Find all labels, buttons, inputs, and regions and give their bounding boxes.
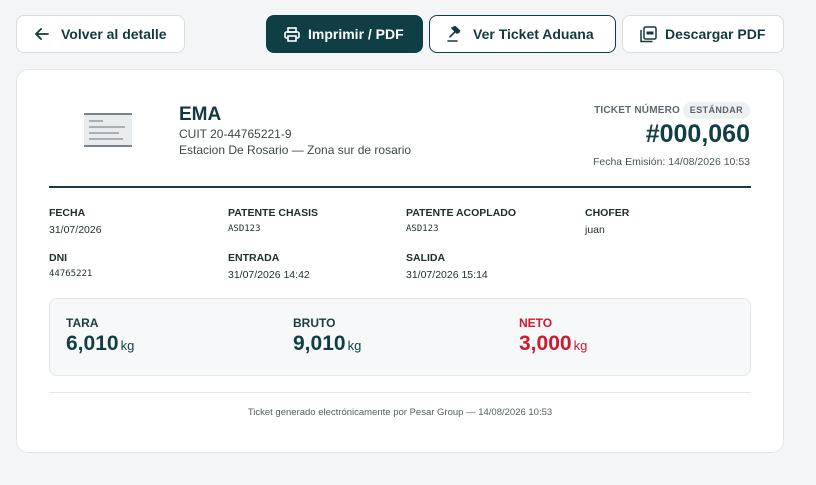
patente-chasis-value: ASD123 [228, 224, 261, 234]
company-name: EMA [179, 104, 222, 125]
tara-value-group: 6,010 kg [66, 332, 134, 356]
company-logo [84, 113, 132, 147]
printer-icon [284, 26, 300, 42]
download-pdf-button-label: Descargar PDF [665, 26, 766, 42]
header-divider [49, 186, 751, 188]
entrada-value: 31/07/2026 14:42 [228, 269, 310, 281]
back-button[interactable]: Volver al detalle [16, 15, 185, 53]
ticket-number: #000,060 [645, 120, 750, 148]
dni-label: DNI [49, 252, 68, 264]
neto-unit: kg [573, 338, 588, 353]
bruto-value-group: 9,010 kg [293, 332, 361, 356]
weights-panel: TARA 6,010 kg BRUTO 9,010 kg NETO 3,000 kg [49, 298, 751, 376]
aduana-ticket-button-label: Ver Ticket Aduana [473, 26, 594, 42]
entrada-label: ENTRADA [228, 252, 280, 264]
neto-value-group: 3,000 kg [519, 332, 587, 356]
fecha-value: 31/07/2026 [49, 224, 102, 236]
chofer-label: CHOFER [585, 207, 630, 219]
bruto-value: 9,010 [293, 332, 346, 355]
dni-value: 44765221 [49, 269, 93, 279]
ticket-number-label: TICKET NÚMERO [594, 105, 680, 116]
salida-label: SALIDA [406, 252, 446, 264]
aduana-ticket-button[interactable]: Ver Ticket Aduana [429, 15, 616, 53]
ticket-type-badge: ESTÁNDAR [682, 102, 750, 119]
tara-label: TARA [66, 316, 99, 330]
company-cuit: CUIT 20-44765221-9 [179, 127, 292, 141]
patente-acoplado-label: PATENTE ACOPLADO [406, 207, 517, 219]
print-button[interactable]: Imprimir / PDF [266, 15, 423, 53]
ticket-card: EMA CUIT 20-44765221-9 Estacion De Rosar… [16, 69, 784, 453]
tara-value: 6,010 [66, 332, 119, 355]
ticket-issue-date: Fecha Emisión: 14/08/2026 10:53 [592, 156, 750, 168]
gavel-icon [447, 26, 464, 42]
patente-acoplado-value: ASD123 [406, 224, 439, 234]
print-button-label: Imprimir / PDF [308, 26, 404, 42]
fecha-label: FECHA [49, 207, 86, 219]
pdf-file-icon [640, 25, 657, 43]
neto-label: NETO [519, 316, 553, 330]
arrow-left-icon [35, 28, 49, 40]
salida-value: 31/07/2026 15:14 [406, 269, 488, 281]
tara-unit: kg [120, 338, 135, 353]
neto-value: 3,000 [519, 332, 572, 355]
bruto-unit: kg [347, 338, 362, 353]
company-address: Estacion De Rosario — Zona sur de rosari… [179, 143, 412, 157]
footer-text: Ticket generado electrónicamente por Pes… [247, 407, 553, 418]
chofer-value: juan [585, 224, 605, 236]
footer-divider [49, 392, 751, 393]
patente-chasis-label: PATENTE CHASIS [228, 207, 319, 219]
download-pdf-button[interactable]: Descargar PDF [622, 15, 784, 53]
toolbar: Volver al detalle Imprimir / PDF Ver Tic… [16, 15, 784, 53]
bruto-label: BRUTO [293, 316, 336, 330]
back-button-label: Volver al detalle [61, 26, 167, 42]
